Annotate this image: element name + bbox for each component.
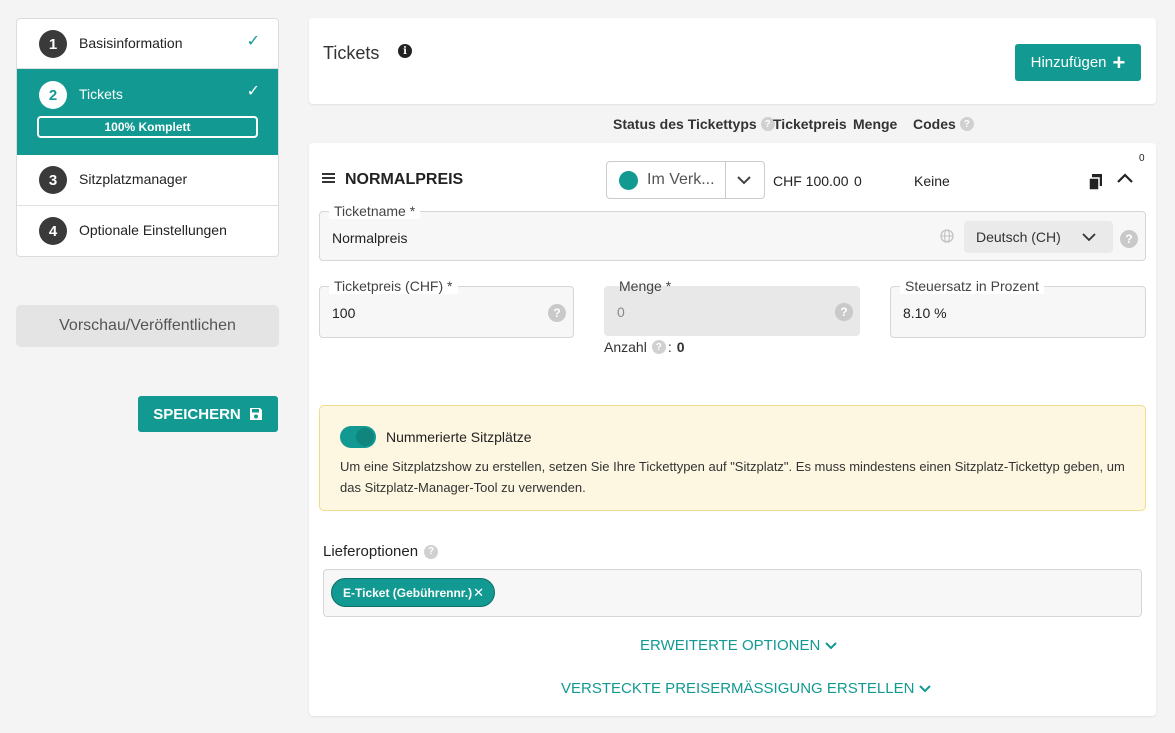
ticketname-field[interactable]: Ticketname * Normalpreis Deutsch (CH) ? — [319, 203, 1146, 261]
quantity-field: Menge * 0 ? — [604, 278, 860, 336]
plus-icon: + — [1112, 49, 1126, 75]
column-header-codes: Codes ? — [913, 116, 974, 132]
help-icon[interactable]: ? — [651, 340, 666, 354]
tickets-header-card: Tickets i Hinzufügen + — [309, 18, 1156, 104]
ticket-name: NORMALPREIS — [345, 171, 464, 188]
help-icon[interactable]: ? — [548, 304, 566, 322]
check-icon: ✓ — [246, 33, 260, 50]
save-button[interactable]: SPEICHERN — [138, 396, 278, 432]
step-optionale-einstellungen[interactable]: 4 Optionale Einstellungen — [17, 206, 278, 256]
chevron-up-icon[interactable] — [1116, 171, 1134, 185]
link-label: VERSTECKTE PREISERMÄSSIGUNG ERSTELLEN — [561, 680, 915, 697]
help-icon[interactable]: ? — [424, 544, 439, 559]
field-value: 0 — [617, 304, 625, 320]
save-label: SPEICHERN — [153, 405, 241, 423]
ticket-price: CHF 100.00 — [773, 173, 849, 189]
anzahl-value: 0 — [676, 339, 685, 355]
info-icon[interactable]: i — [398, 44, 412, 58]
tax-rate-field[interactable]: Steuersatz in Prozent 8.10 % — [890, 278, 1146, 338]
price-field[interactable]: Ticketpreis (CHF) * 100 ? — [319, 278, 574, 338]
chip-label: E-Ticket (Gebührennr.) — [343, 585, 473, 600]
field-value: 100 — [332, 305, 356, 321]
seating-toggle-label: Nummerierte Sitzplätze — [386, 429, 532, 445]
ticket-card: NORMALPREIS Im Verk... CHF 100.00 0 Kein… — [309, 143, 1156, 716]
chevron-down-icon — [919, 684, 932, 692]
seating-toggle[interactable] — [340, 426, 376, 448]
step-label: Tickets — [79, 86, 123, 102]
language-select[interactable]: Deutsch (CH) — [964, 221, 1113, 253]
field-value: 8.10 % — [903, 305, 947, 321]
step-label: Optionale Einstellungen — [79, 222, 227, 238]
add-label: Hinzufügen — [1030, 54, 1107, 71]
close-icon[interactable]: ✕ — [473, 585, 484, 601]
step-list: 1 Basisinformation ✓ 2 Tickets ✓ 100% Ko… — [16, 18, 279, 257]
step-number: 4 — [39, 217, 67, 245]
help-icon[interactable]: ? — [835, 303, 853, 321]
field-label: Ticketpreis (CHF) * — [329, 278, 458, 294]
column-label: Codes — [913, 116, 956, 132]
column-header-qty: Menge — [853, 116, 897, 132]
field-label: Ticketname * — [329, 203, 421, 219]
link-label: ERWEITERTE OPTIONEN — [640, 637, 821, 654]
step-tickets[interactable]: 2 Tickets ✓ 100% Komplett — [17, 69, 278, 155]
column-header-status: Status des Tickettyps ? — [613, 116, 775, 132]
ticket-counter: 0 — [1139, 153, 1145, 164]
field-value: Normalpreis — [332, 230, 408, 246]
progress-badge: 100% Komplett — [37, 116, 258, 138]
status-value: Im Verk... — [647, 171, 715, 188]
column-label: Status des Tickettyps — [613, 116, 757, 132]
step-number: 2 — [39, 81, 67, 109]
seating-notice: Nummerierte Sitzplätze Um eine Sitzplatz… — [319, 405, 1146, 511]
chevron-down-icon — [825, 641, 838, 649]
check-icon: ✓ — [246, 83, 260, 100]
step-basisinformation[interactable]: 1 Basisinformation ✓ — [17, 19, 278, 69]
page-title: Tickets — [323, 43, 380, 63]
ticket-qty: 0 — [854, 173, 862, 189]
delivery-options-title: Lieferoptionen ? — [323, 543, 439, 560]
help-icon[interactable]: ? — [959, 117, 974, 131]
field-label: Steuersatz in Prozent — [900, 278, 1044, 294]
language-value: Deutsch (CH) — [976, 229, 1061, 245]
anzahl-readout: Anzahl ?: 0 — [604, 339, 685, 355]
step-label: Sitzplatzmanager — [79, 171, 188, 187]
step-label: Basisinformation — [79, 35, 183, 51]
status-dot-icon — [619, 170, 638, 190]
copy-icon[interactable] — [1088, 174, 1104, 191]
globe-icon — [940, 229, 954, 243]
ticket-codes: Keine — [914, 173, 950, 189]
field-label: Menge * — [614, 278, 677, 294]
drag-handle-icon[interactable] — [322, 173, 335, 183]
column-label: Ticketpreis — [773, 116, 847, 132]
step-sitzplatzmanager[interactable]: 3 Sitzplatzmanager — [17, 155, 278, 206]
column-label: Menge — [853, 116, 898, 132]
help-icon[interactable]: ? — [1120, 230, 1138, 248]
seating-info-text: Um eine Sitzplatzshow zu erstellen, setz… — [340, 459, 1125, 495]
column-header-price: Ticketpreis — [773, 116, 847, 132]
anzahl-label: Anzahl — [604, 339, 647, 355]
step-number: 1 — [39, 30, 67, 58]
add-ticket-button[interactable]: Hinzufügen + — [1015, 44, 1141, 81]
step-number: 3 — [39, 166, 67, 194]
advanced-options-link[interactable]: ERWEITERTE OPTIONEN — [640, 637, 838, 654]
chevron-down-icon — [737, 176, 751, 185]
delivery-chip[interactable]: E-Ticket (Gebührennr.) ✕ — [331, 578, 495, 607]
chevron-down-icon — [1082, 233, 1096, 242]
delivery-options-input[interactable]: E-Ticket (Gebührennr.) ✕ — [323, 569, 1142, 617]
ticket-status-select[interactable]: Im Verk... — [606, 161, 765, 199]
hidden-discount-link[interactable]: VERSTECKTE PREISERMÄSSIGUNG ERSTELLEN — [561, 680, 932, 697]
delivery-label: Lieferoptionen — [323, 543, 419, 560]
preview-publish-button[interactable]: Vorschau/Veröffentlichen — [16, 305, 279, 347]
floppy-disk-icon — [249, 408, 262, 420]
